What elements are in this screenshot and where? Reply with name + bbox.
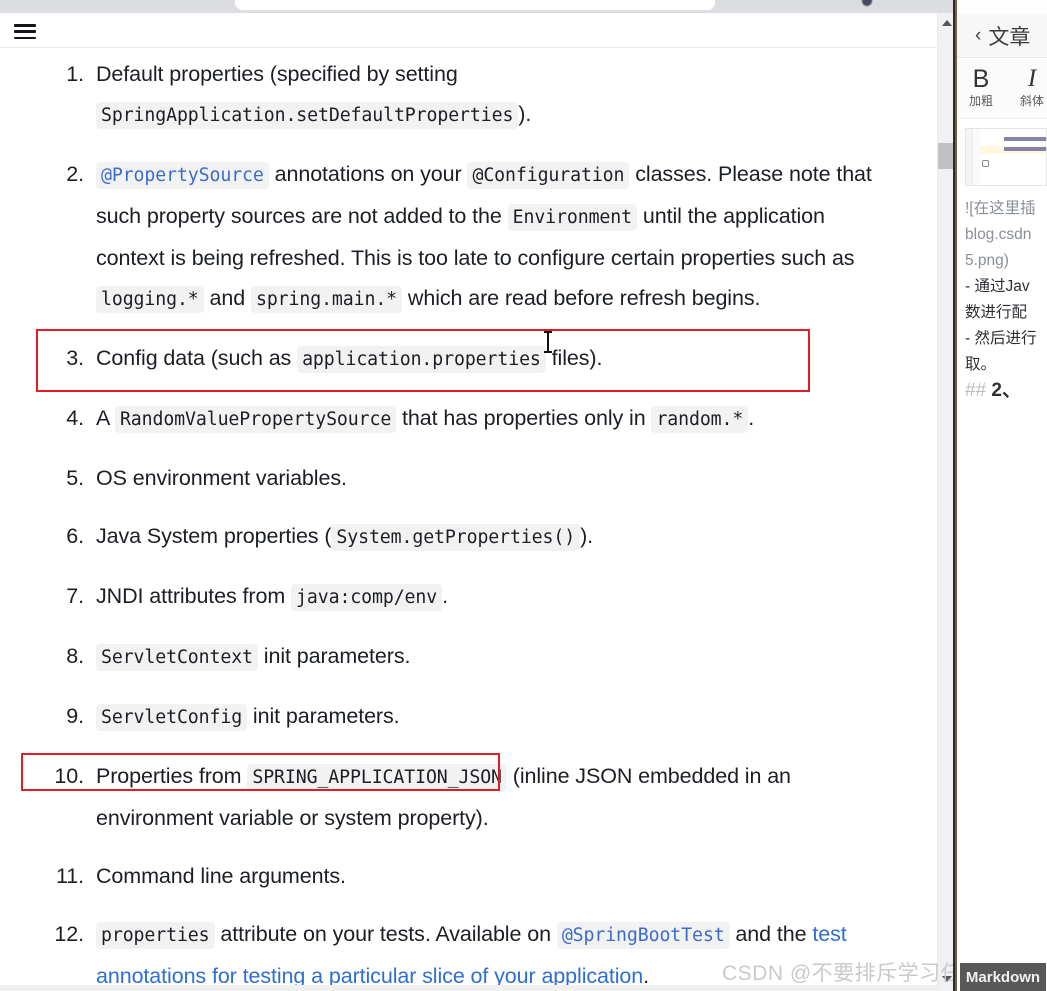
markdown-line: 5.png) xyxy=(965,252,1009,269)
right-panel-title: 文章 xyxy=(988,25,1031,49)
markdown-line: blog.csdn xyxy=(965,226,1032,243)
inline-code: random.* xyxy=(651,406,749,433)
text-run: attribute on your tests. Available on xyxy=(214,922,557,946)
text-run: and xyxy=(203,286,251,310)
scroll-up-arrow-icon[interactable] xyxy=(942,20,952,26)
list-item: A RandomValuePropertySource that has pro… xyxy=(0,398,937,440)
page-header xyxy=(0,13,937,48)
text-run: . xyxy=(748,406,755,430)
ordered-list: Default properties (specified by setting… xyxy=(0,48,937,991)
inline-code: SPRING_APPLICATION_JSON xyxy=(247,764,507,791)
bold-button[interactable]: B 加粗 xyxy=(957,65,1005,109)
text-run: init parameters. xyxy=(247,704,400,728)
text-run: which are read before refresh begins. xyxy=(402,286,761,310)
markdown-tooltip: Markdown xyxy=(960,963,1046,991)
list-item: ServletContext init parameters. xyxy=(0,636,937,678)
text-run: OS environment variables. xyxy=(96,466,347,490)
inline-code: @Configuration xyxy=(467,162,630,189)
text-run: Command line arguments. xyxy=(96,864,346,888)
inline-code: Environment xyxy=(507,204,637,231)
inline-code: spring.main.* xyxy=(250,286,403,313)
inline-code: logging.* xyxy=(96,286,204,313)
list-item: properties attribute on your tests. Avai… xyxy=(0,914,937,991)
text-run: Config data (such as xyxy=(96,346,298,370)
hamburger-menu-icon[interactable] xyxy=(14,24,36,40)
list-item: OS environment variables. xyxy=(0,458,937,498)
right-editor-panel: ‹ 文章 B 加粗 I 斜体 ![在这里插blog.csdn5.png)- xyxy=(957,0,1047,991)
bold-icon: B xyxy=(972,65,990,93)
list-item: Command line arguments. xyxy=(0,856,937,896)
list-item: @PropertySource annotations on your @Con… xyxy=(0,154,937,320)
right-panel-titlebar: ‹ 文章 xyxy=(957,14,1047,58)
right-panel-top-spacer xyxy=(957,0,1047,14)
text-run: and the xyxy=(729,922,813,946)
markdown-line: - 通过Jav xyxy=(965,278,1030,295)
list-item: Default properties (specified by setting… xyxy=(0,54,937,136)
code-thumbnail-image xyxy=(965,128,1047,186)
text-run: init parameters. xyxy=(257,644,411,668)
text-run: Properties from xyxy=(96,764,248,788)
list-item: ServletConfig init parameters. xyxy=(0,696,937,738)
browser-chrome-strip xyxy=(0,0,955,13)
list-item: Config data (such as application.propert… xyxy=(0,338,937,380)
markdown-line: 数进行配 xyxy=(965,304,1028,321)
markdown-heading-line: ## 2、 xyxy=(957,378,1047,404)
inline-code: properties xyxy=(96,922,215,949)
inline-code: System.getProperties() xyxy=(331,524,581,551)
editor-fade-overlay xyxy=(957,550,1047,670)
inline-code: ServletContext xyxy=(96,644,258,671)
text-run: annotations on your xyxy=(268,162,468,186)
text-run: ). xyxy=(580,524,594,548)
screen-root: Default properties (specified by setting… xyxy=(0,0,1047,991)
document-content[interactable]: Default properties (specified by setting… xyxy=(0,48,937,991)
text-run: ). xyxy=(518,102,532,126)
inline-code: SpringApplication.setDefaultProperties xyxy=(96,102,519,129)
text-run: files). xyxy=(545,346,603,370)
list-item: Java System properties (System.getProper… xyxy=(0,516,937,558)
markdown-heading-text: 2、 xyxy=(991,380,1021,401)
back-chevron-icon[interactable]: ‹ xyxy=(975,26,981,45)
bottom-edge-strip xyxy=(0,985,937,991)
markdown-lines: ![在这里插 blog.csdn 5.png) - 通过Jav 数进行配 - 然后进行 取。… xyxy=(957,196,1047,404)
italic-icon: I xyxy=(1027,65,1037,92)
text-run: JNDI attributes from xyxy=(96,584,292,608)
markdown-line: ![在这里插 xyxy=(965,200,1036,217)
inline-code: ServletConfig xyxy=(96,704,248,731)
text-run: that has properties only in xyxy=(396,406,652,430)
text-run: A xyxy=(96,406,115,430)
inline-code: RandomValuePropertySource xyxy=(114,406,397,433)
scroll-down-arrow-icon[interactable] xyxy=(942,976,952,982)
list-item: Properties from SPRING_APPLICATION_JSON … xyxy=(0,756,937,838)
italic-caption: 斜体 xyxy=(1019,94,1044,108)
editor-toolbar: B 加粗 I 斜体 xyxy=(957,59,1047,119)
inline-code-link[interactable]: @PropertySource xyxy=(96,162,269,189)
text-run: Java System properties ( xyxy=(96,524,332,548)
list-item: JNDI attributes from java:comp/env. xyxy=(0,576,937,618)
italic-button[interactable]: I 斜体 xyxy=(1008,65,1047,109)
text-run: . xyxy=(442,584,448,608)
bold-caption: 加粗 xyxy=(968,94,993,108)
browser-toolbar-icon[interactable] xyxy=(861,0,873,7)
markdown-source-editor[interactable]: ![在这里插 blog.csdn 5.png) - 通过Jav 数进行配 - 然后进行 取。… xyxy=(957,120,1047,991)
markdown-line: 取。 xyxy=(965,356,997,373)
inline-code-link[interactable]: @SpringBootTest xyxy=(556,922,730,949)
text-cursor-icon xyxy=(544,331,552,353)
markdown-line: - 然后进行 xyxy=(965,330,1037,347)
inline-code: java:comp/env xyxy=(291,584,443,611)
text-run: Default properties (specified by setting xyxy=(96,62,458,86)
omnibox-input[interactable] xyxy=(234,0,716,11)
markdown-heading-hash: ## xyxy=(965,380,987,401)
inline-code: application.properties xyxy=(297,346,546,373)
